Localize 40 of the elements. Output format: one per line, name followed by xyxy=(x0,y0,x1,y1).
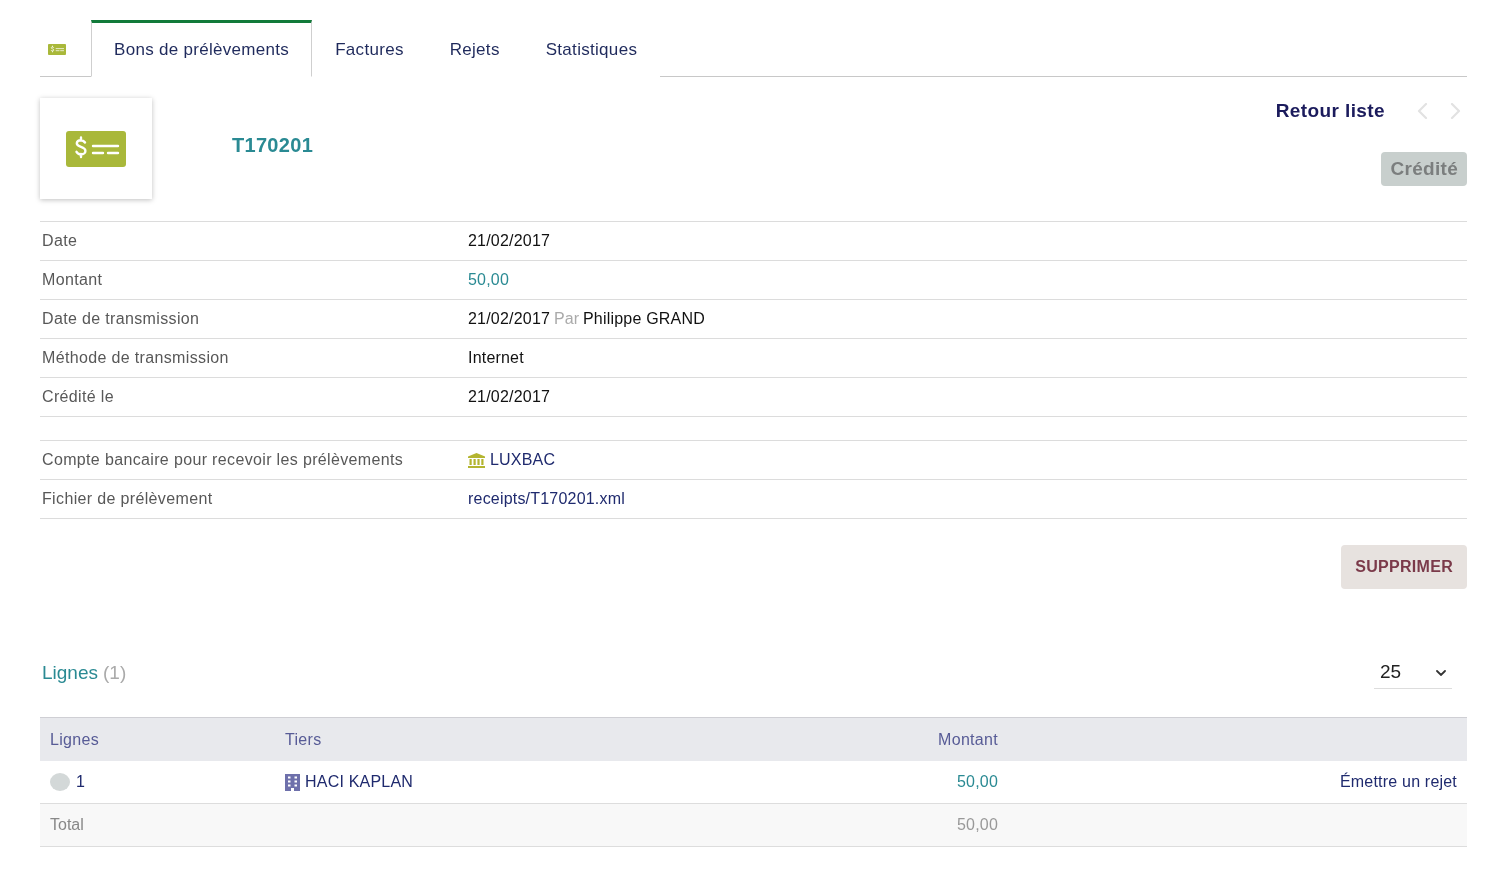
status-badge: Crédité xyxy=(1381,152,1467,186)
field-value: 21/02/2017 xyxy=(468,309,551,329)
amount-value: 50,00 xyxy=(468,270,510,290)
field-label: Crédité le xyxy=(41,387,115,407)
bank-icon xyxy=(468,452,485,468)
field-value: 21/02/2017 xyxy=(468,231,551,251)
bank-account-link[interactable]: LUXBAC xyxy=(490,448,556,472)
chevron-down-icon xyxy=(1436,669,1446,676)
tab[interactable]: Bons de prélèvements xyxy=(91,20,313,77)
field-label: Compte bancaire pour recevoir les prélèvements xyxy=(41,450,405,470)
row-count: (1) xyxy=(103,660,127,685)
page-size-select[interactable]: 25 xyxy=(1374,657,1452,689)
reference-title: T170201 xyxy=(232,133,314,158)
field-value: 21/02/2017 xyxy=(468,387,551,407)
field-label: Montant xyxy=(41,270,104,290)
payment-card-icon xyxy=(48,43,66,55)
amount-value: 50,00 xyxy=(956,772,998,792)
issue-reject-link[interactable]: Émettre un rejet xyxy=(1339,770,1457,794)
column-header: Tiers xyxy=(285,729,322,750)
total-amount: 50,00 xyxy=(956,815,998,835)
field-label: Fichier de prélèvement xyxy=(41,489,214,509)
back-to-list-link[interactable]: Retour liste xyxy=(1275,96,1385,126)
field-value: Internet xyxy=(468,348,524,368)
field-label: Méthode de transmission xyxy=(41,348,230,368)
section-title: Lignes xyxy=(42,660,98,685)
chevron-right-icon xyxy=(1450,103,1461,119)
total-label: Total xyxy=(50,815,84,835)
column-header: Lignes xyxy=(50,729,99,750)
payment-card-icon xyxy=(66,130,126,167)
third-party-link[interactable]: HACI KAPLAN xyxy=(305,770,413,794)
building-icon xyxy=(285,773,300,791)
field-label: Date de transmission xyxy=(41,309,201,329)
chevron-left-icon xyxy=(1417,103,1428,119)
file-link[interactable]: receipts/T170201.xml xyxy=(468,487,625,511)
delete-button[interactable]: SUPPRIMER xyxy=(1341,545,1467,589)
column-header: Montant xyxy=(938,729,998,750)
author-name: Philippe GRAND xyxy=(583,309,705,329)
line-number: 1 xyxy=(76,772,85,792)
by-label: Par xyxy=(554,309,579,329)
field-label: Date xyxy=(41,231,79,251)
